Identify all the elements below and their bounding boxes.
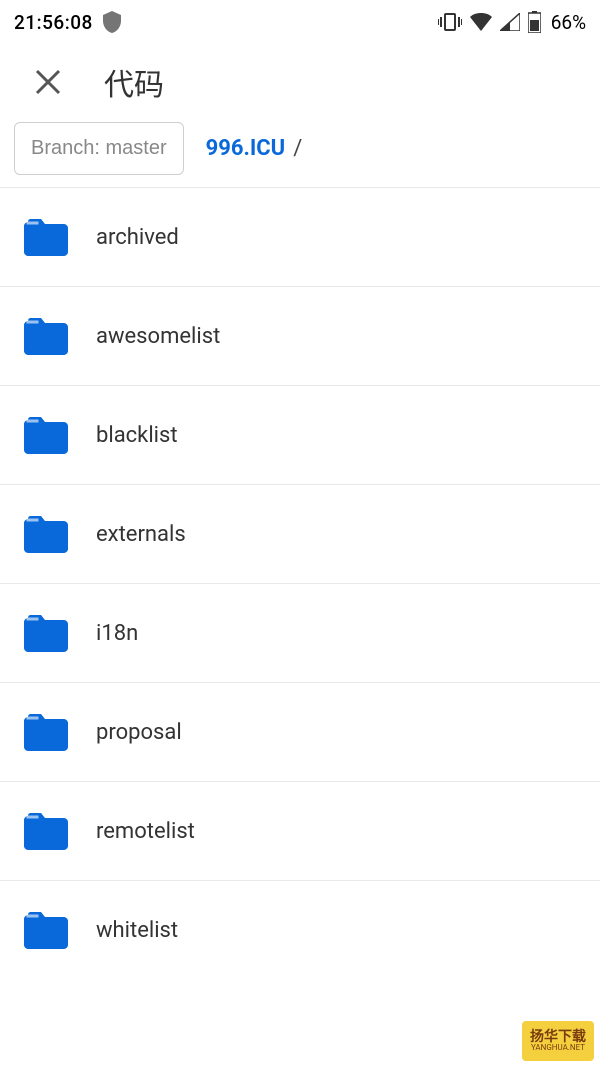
file-name: remotelist: [96, 819, 195, 844]
folder-item[interactable]: awesomelist: [0, 287, 600, 386]
folder-icon: [24, 812, 68, 850]
folder-icon: [24, 416, 68, 454]
breadcrumb-repo[interactable]: 996.ICU: [206, 136, 286, 161]
breadcrumb-separator: /: [293, 136, 302, 161]
folder-item[interactable]: whitelist: [0, 881, 600, 979]
file-list: archived awesomelist blacklist externals…: [0, 188, 600, 979]
folder-item[interactable]: remotelist: [0, 782, 600, 881]
close-icon: [35, 69, 61, 95]
file-name: i18n: [96, 621, 138, 646]
folder-item[interactable]: proposal: [0, 683, 600, 782]
nav-bar: Branch: master 996.ICU /: [0, 122, 600, 188]
watermark-url: YANGHUA.NET: [531, 1044, 585, 1052]
file-name: proposal: [96, 720, 182, 745]
battery-text: 66%: [551, 11, 586, 34]
signal-icon: [500, 13, 520, 31]
folder-icon: [24, 317, 68, 355]
folder-icon: [24, 515, 68, 553]
app-header: 代码: [0, 40, 600, 122]
close-button[interactable]: [28, 62, 68, 102]
status-left: 21:56:08: [14, 11, 121, 34]
watermark: 扬华下载 YANGHUA.NET: [522, 1021, 594, 1061]
file-name: archived: [96, 225, 179, 250]
folder-icon: [24, 713, 68, 751]
breadcrumb: 996.ICU /: [206, 136, 303, 161]
vibrate-icon: [438, 12, 462, 32]
status-time: 21:56:08: [14, 11, 93, 34]
status-right: 66%: [438, 11, 586, 34]
folder-item[interactable]: externals: [0, 485, 600, 584]
file-name: whitelist: [96, 918, 178, 943]
folder-item[interactable]: i18n: [0, 584, 600, 683]
folder-item[interactable]: archived: [0, 188, 600, 287]
status-bar: 21:56:08 66%: [0, 0, 600, 40]
file-name: blacklist: [96, 423, 178, 448]
folder-icon: [24, 614, 68, 652]
folder-icon: [24, 911, 68, 949]
shield-icon: [103, 11, 121, 33]
wifi-icon: [470, 13, 492, 31]
page-title: 代码: [104, 60, 164, 104]
file-name: awesomelist: [96, 324, 220, 349]
watermark-title: 扬华下载: [530, 1030, 586, 1044]
file-name: externals: [96, 522, 186, 547]
folder-icon: [24, 218, 68, 256]
battery-icon: [528, 11, 541, 33]
branch-selector[interactable]: Branch: master: [14, 122, 184, 175]
folder-item[interactable]: blacklist: [0, 386, 600, 485]
